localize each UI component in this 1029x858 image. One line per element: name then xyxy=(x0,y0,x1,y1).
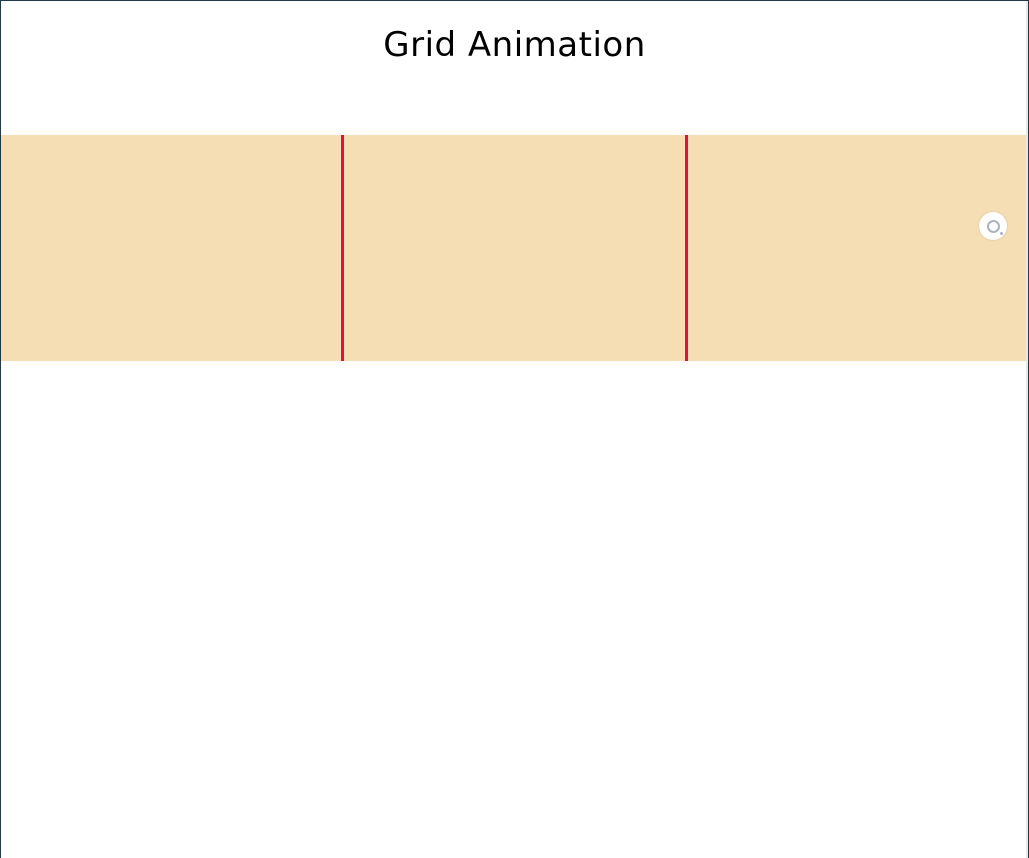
screenshot-tool-icon xyxy=(986,219,1003,235)
grid-cell-3 xyxy=(687,135,1028,361)
browser-viewport: Grid Animation xyxy=(1,1,1028,858)
badge-dot xyxy=(999,231,1003,235)
grid-container xyxy=(1,135,1028,361)
screenshot-tool-button[interactable] xyxy=(979,212,1007,240)
grid-cell-1 xyxy=(1,135,345,361)
window-right-edge xyxy=(1026,1,1028,858)
grid-cell-2 xyxy=(344,135,688,361)
page-title: Grid Animation xyxy=(383,25,646,65)
